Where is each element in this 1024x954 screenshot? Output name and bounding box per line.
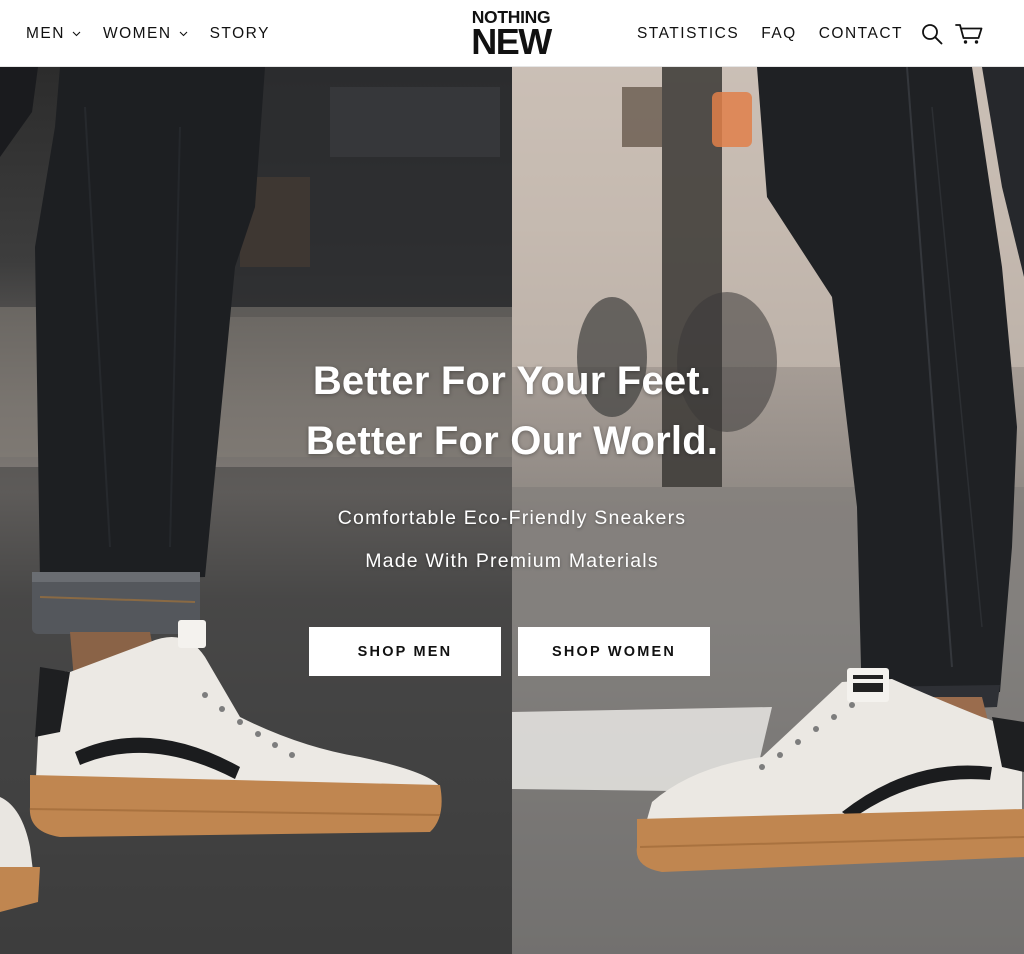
cart-icon[interactable] [955, 23, 983, 45]
hero-subheadline-line-2: Made With Premium Materials [365, 550, 659, 572]
brand-logo[interactable]: NOTHING NEW [461, 8, 561, 60]
nav-item-story[interactable]: STORY [210, 25, 270, 43]
shop-men-button[interactable]: SHOP MEN [309, 627, 501, 676]
hero-subheadline-line-1: Comfortable Eco-Friendly Sneakers [337, 507, 687, 529]
hero-headline-line-1: Better For Your Feet. [312, 359, 712, 403]
secondary-nav: STATISTICS FAQ CONTACT [615, 0, 983, 67]
site-header: MEN WOMEN STORY NOTHING NEW STATISTICS F… [0, 0, 1024, 67]
nav-item-men[interactable]: MEN [26, 25, 81, 43]
shop-women-button[interactable]: SHOP WOMEN [518, 627, 710, 676]
hero-banner: Better For Your Feet. Better For Our Wor… [0, 67, 1024, 954]
nav-item-story-label: STORY [209, 24, 270, 42]
nav-item-men-label: MEN [26, 24, 65, 42]
primary-nav: MEN WOMEN STORY [26, 0, 292, 67]
nav-item-contact-label: CONTACT [818, 24, 903, 42]
chevron-down-icon [72, 31, 81, 37]
nav-item-statistics-label: STATISTICS [636, 24, 740, 42]
nav-item-statistics[interactable]: STATISTICS [637, 25, 739, 43]
hero-headline-line-2: Better For Our World. [305, 419, 719, 463]
nav-item-women[interactable]: WOMEN [103, 25, 188, 43]
chevron-down-icon [179, 31, 188, 37]
logo-line-2: NEW [471, 21, 552, 62]
hero-content: Better For Your Feet. Better For Our Wor… [0, 67, 1024, 954]
nav-item-faq-label: FAQ [761, 24, 797, 42]
nav-item-faq[interactable]: FAQ [761, 25, 797, 43]
search-icon[interactable] [921, 23, 943, 45]
nav-item-contact[interactable]: CONTACT [819, 25, 903, 43]
nav-item-women-label: WOMEN [102, 24, 172, 42]
